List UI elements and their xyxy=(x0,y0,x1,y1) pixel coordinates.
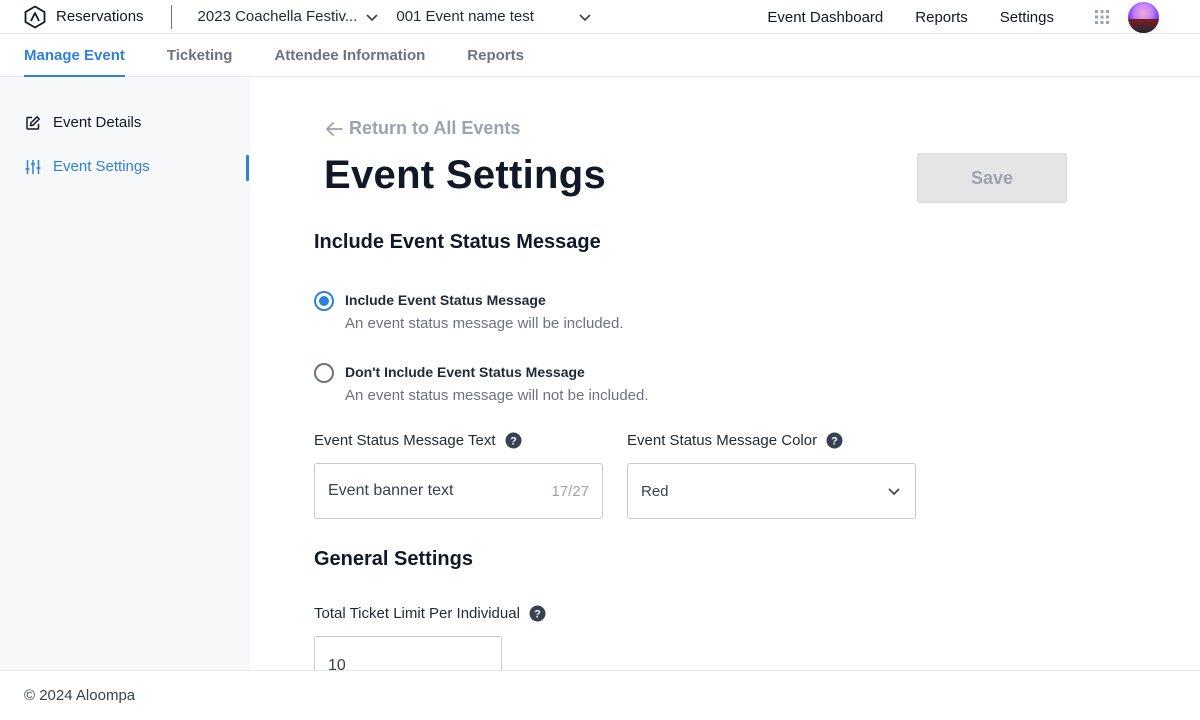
event-selector-value: 001 Event name test xyxy=(396,8,534,25)
status-color-label: Event Status Message Color ? xyxy=(627,432,843,449)
tab-attendee-information[interactable]: Attendee Information xyxy=(274,34,425,76)
sidebar-item-label: Event Details xyxy=(53,114,142,131)
festival-selector[interactable]: 2023 Coachella Festiv... xyxy=(198,8,380,25)
tab-reports[interactable]: Reports xyxy=(467,34,524,76)
status-section-title: Include Event Status Message xyxy=(314,231,601,253)
general-section-title: General Settings xyxy=(314,548,473,570)
status-text-input[interactable] xyxy=(328,482,528,500)
brand[interactable]: Reservations xyxy=(23,4,144,29)
help-icon[interactable]: ? xyxy=(505,432,522,449)
save-button[interactable]: Save xyxy=(917,153,1067,203)
status-color-value: Red xyxy=(641,482,669,500)
nav-settings[interactable]: Settings xyxy=(1000,9,1054,26)
ticket-limit-label: Total Ticket Limit Per Individual ? xyxy=(314,605,546,622)
page-title: Event Settings xyxy=(324,153,607,197)
festival-selector-value: 2023 Coachella Festiv... xyxy=(197,8,358,25)
status-color-select[interactable]: Red xyxy=(627,463,916,519)
help-icon[interactable]: ? xyxy=(529,605,546,622)
svg-text:?: ? xyxy=(534,609,541,621)
app-grid-icon[interactable] xyxy=(1094,9,1110,25)
status-color-label-text: Event Status Message Color xyxy=(627,432,818,449)
status-text-label-text: Event Status Message Text xyxy=(314,432,496,449)
radio-label: Include Event Status Message xyxy=(345,292,546,308)
help-icon[interactable]: ? xyxy=(826,432,843,449)
return-link-label: Return to All Events xyxy=(349,118,521,138)
event-selector[interactable]: 001 Event name test xyxy=(396,8,592,25)
ticket-limit-label-text: Total Ticket Limit Per Individual xyxy=(314,605,520,622)
footer: © 2024 Aloompa xyxy=(0,670,1200,720)
chevron-down-icon xyxy=(579,13,591,21)
section-tabs: Manage Event Ticketing Attendee Informat… xyxy=(0,34,1200,77)
edit-icon xyxy=(26,115,40,130)
svg-text:?: ? xyxy=(510,436,517,448)
top-nav: Event Dashboard Reports Settings xyxy=(767,0,1200,34)
top-divider xyxy=(170,4,172,29)
status-text-field[interactable]: 17/27 xyxy=(314,463,603,519)
tab-ticketing[interactable]: Ticketing xyxy=(167,34,233,76)
arrow-left-icon xyxy=(326,121,343,136)
radio-description: An event status message will be included… xyxy=(345,315,624,332)
nav-reports[interactable]: Reports xyxy=(915,9,968,26)
brand-logo-icon xyxy=(24,4,46,29)
svg-text:?: ? xyxy=(831,436,838,448)
sliders-icon xyxy=(25,159,41,174)
radio-description: An event status message will not be incl… xyxy=(345,387,649,404)
sidebar-active-indicator xyxy=(246,155,249,181)
top-bar: Reservations 2023 Coachella Festiv... 00… xyxy=(0,0,1200,34)
copyright-text: © 2024 Aloompa xyxy=(24,687,136,704)
radio-button[interactable] xyxy=(314,363,334,383)
user-avatar[interactable] xyxy=(1128,1,1159,33)
tab-manage-event[interactable]: Manage Event xyxy=(24,34,125,77)
radio-button-selected[interactable] xyxy=(314,291,334,311)
nav-event-dashboard[interactable]: Event Dashboard xyxy=(767,9,883,26)
sidebar-item-event-details[interactable]: Event Details xyxy=(25,114,141,131)
status-text-label: Event Status Message Text ? xyxy=(314,432,522,449)
app-name: Reservations xyxy=(56,8,144,25)
chevron-down-icon xyxy=(888,488,900,496)
radio-label: Don't Include Event Status Message xyxy=(345,364,585,380)
return-to-events-link[interactable]: Return to All Events xyxy=(324,118,520,139)
sidebar: Event Details Event Settings xyxy=(0,77,250,670)
chevron-down-icon xyxy=(366,13,378,21)
sidebar-item-label: Event Settings xyxy=(53,158,150,175)
sidebar-item-event-settings[interactable]: Event Settings xyxy=(25,158,150,175)
character-count: 17/27 xyxy=(551,482,589,500)
